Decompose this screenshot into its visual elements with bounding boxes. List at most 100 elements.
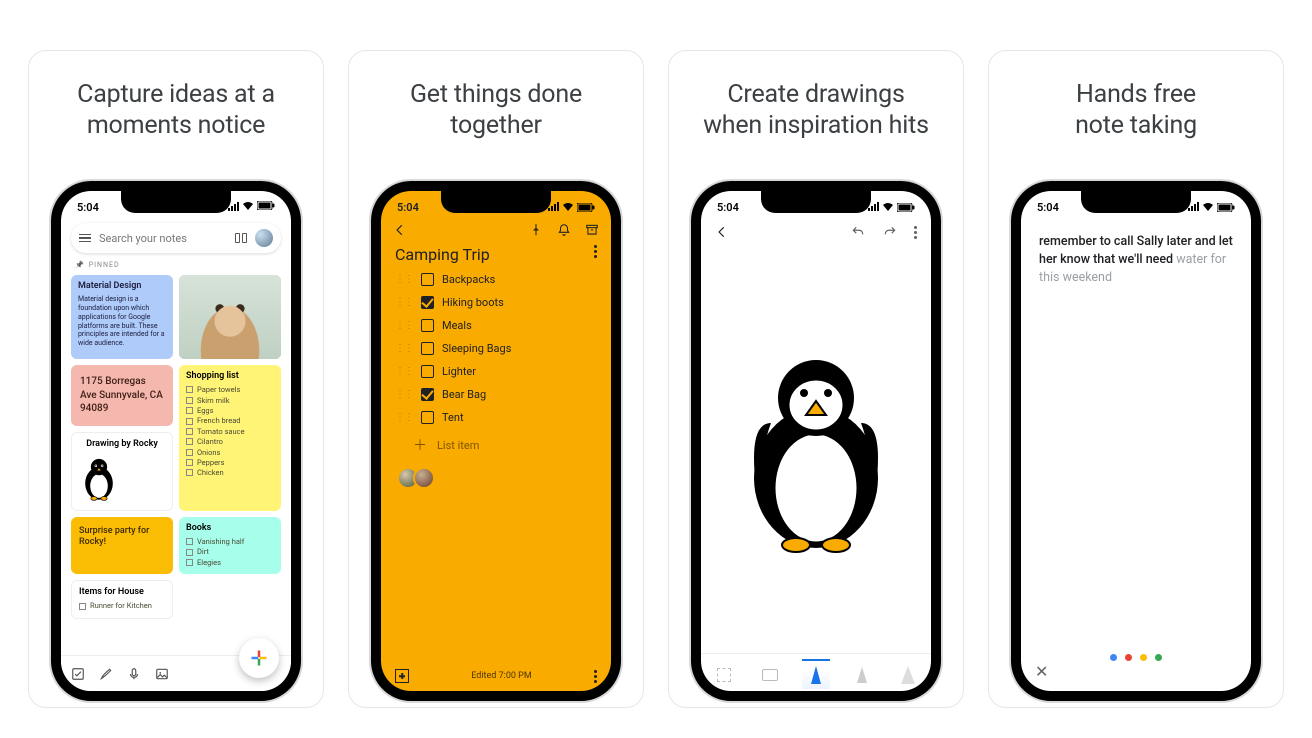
notes-grid: Material Design Material design is a fou…: [61, 271, 291, 655]
add-list-item[interactable]: ＋ List item: [381, 429, 611, 455]
add-content-icon[interactable]: [395, 669, 409, 683]
checklist-item[interactable]: ⋮⋮Lighter: [391, 360, 601, 383]
checkbox[interactable]: [421, 411, 434, 424]
note-books[interactable]: Books Vanishing half Dirt Elegies: [179, 517, 281, 574]
mic-icon[interactable]: [127, 667, 141, 681]
image-icon[interactable]: [155, 667, 169, 681]
checkbox[interactable]: [421, 273, 434, 286]
close-icon[interactable]: ✕: [1035, 662, 1048, 681]
eraser-tool[interactable]: [756, 659, 784, 689]
phone-screen: 5:04: [701, 191, 931, 691]
checklist-item[interactable]: ⋮⋮Meals: [391, 314, 601, 337]
more-icon[interactable]: [594, 245, 597, 264]
edited-timestamp: Edited 7:00 PM: [471, 671, 531, 681]
battery-icon: [897, 203, 915, 212]
drawing-tools: [701, 653, 931, 691]
panel-hands-free: Hands freenote taking 5:04 remember to c…: [988, 50, 1284, 708]
drag-handle-icon[interactable]: ⋮⋮: [395, 274, 413, 285]
panel-get-things-done: Get things donetogether 5:04: [348, 50, 644, 708]
note-items-house[interactable]: Items for House Runner for Kitchen: [71, 580, 173, 619]
status-time: 5:04: [77, 201, 99, 214]
note-dog-photo[interactable]: [179, 275, 281, 359]
status-icons: [227, 201, 275, 214]
search-placeholder: Search your notes: [99, 232, 227, 245]
notch: [441, 191, 551, 213]
pin-icon[interactable]: [529, 223, 543, 237]
checkbox[interactable]: [421, 342, 434, 355]
plus-multicolor-icon: [249, 648, 269, 668]
pin-icon: [75, 261, 85, 269]
status-icons: [547, 201, 595, 214]
panel-create-drawings: Create drawingswhen inspiration hits 5:0…: [668, 50, 964, 708]
status-time: 5:04: [1037, 201, 1059, 214]
account-avatar[interactable]: [255, 229, 273, 247]
battery-icon: [257, 201, 275, 213]
collaborators[interactable]: [381, 455, 611, 501]
checklist-item[interactable]: ⋮⋮Tent: [391, 406, 601, 429]
dot-icon: [1155, 654, 1162, 661]
note-shopping-list[interactable]: Shopping list Paper towels Skim milk Egg…: [179, 365, 281, 511]
dot-icon: [1110, 654, 1117, 661]
status-icons: [867, 201, 915, 214]
checklist-item[interactable]: ⋮⋮Bear Bag: [391, 383, 601, 406]
reminder-icon[interactable]: [557, 223, 571, 237]
checkbox-icon[interactable]: [71, 667, 85, 681]
checkbox[interactable]: [421, 388, 434, 401]
checklist-item[interactable]: ⋮⋮Sleeping Bags: [391, 337, 601, 360]
more-icon[interactable]: [914, 226, 917, 239]
note-material-design[interactable]: Material Design Material design is a fou…: [71, 275, 173, 359]
checkbox[interactable]: [421, 319, 434, 332]
create-note-fab[interactable]: [239, 638, 279, 678]
marker-tool[interactable]: [848, 659, 876, 689]
highlighter-tool[interactable]: [894, 659, 922, 689]
checklist-item[interactable]: ⋮⋮Backpacks: [391, 268, 601, 291]
back-icon[interactable]: [715, 225, 729, 239]
pen-tool[interactable]: [802, 659, 830, 689]
note-title-row: Camping Trip: [381, 239, 611, 268]
layout-toggle-icon[interactable]: [235, 233, 247, 243]
undo-icon[interactable]: [850, 225, 866, 239]
checkbox[interactable]: [421, 365, 434, 378]
wifi-icon: [562, 202, 574, 212]
notch: [121, 191, 231, 213]
select-tool[interactable]: [710, 659, 738, 689]
redo-icon[interactable]: [882, 225, 898, 239]
note-drawing-rocky[interactable]: Drawing by Rocky: [71, 432, 173, 511]
phone-screen: 5:04 remember to call Sally later and le…: [1021, 191, 1251, 691]
phone-frame: 5:04: [691, 181, 941, 701]
listening-indicator: [1021, 654, 1251, 691]
archive-icon[interactable]: [585, 223, 599, 237]
menu-icon[interactable]: [79, 234, 91, 243]
status-time: 5:04: [397, 201, 419, 214]
back-icon[interactable]: [393, 223, 407, 237]
drag-handle-icon[interactable]: ⋮⋮: [395, 412, 413, 423]
checklist-item[interactable]: ⋮⋮Hiking boots: [391, 291, 601, 314]
note-title[interactable]: Camping Trip: [395, 245, 490, 264]
drag-handle-icon[interactable]: ⋮⋮: [395, 297, 413, 308]
drawing-canvas[interactable]: [701, 243, 931, 653]
drag-handle-icon[interactable]: ⋮⋮: [395, 366, 413, 377]
checkbox[interactable]: [421, 296, 434, 309]
status-icons: [1187, 201, 1235, 214]
wifi-icon: [242, 201, 254, 214]
wifi-icon: [882, 202, 894, 212]
collaborator-avatar[interactable]: [413, 467, 435, 489]
note-address[interactable]: 1175 Borregas Ave Sunnyvale, CA 94089: [71, 365, 173, 426]
plus-icon: ＋: [413, 435, 427, 455]
brush-icon[interactable]: [99, 667, 113, 681]
panel-title: Get things donetogether: [410, 79, 582, 143]
panel-capture-ideas: Capture ideas at amoments notice 5:04: [28, 50, 324, 708]
dot-icon: [1140, 654, 1147, 661]
note-footer: Edited 7:00 PM: [381, 661, 611, 691]
note-toolbar: [381, 217, 611, 239]
drag-handle-icon[interactable]: ⋮⋮: [395, 320, 413, 331]
drag-handle-icon[interactable]: ⋮⋮: [395, 389, 413, 400]
phone-frame: 5:04 Camping Trip: [371, 181, 621, 701]
drag-handle-icon[interactable]: ⋮⋮: [395, 343, 413, 354]
notch: [761, 191, 871, 213]
panel-title: Hands freenote taking: [1075, 79, 1197, 143]
more-icon[interactable]: [594, 670, 597, 683]
search-bar[interactable]: Search your notes: [71, 223, 281, 253]
panel-title: Capture ideas at amoments notice: [77, 79, 275, 143]
note-surprise-party[interactable]: Surprise party for Rocky!: [71, 517, 173, 574]
